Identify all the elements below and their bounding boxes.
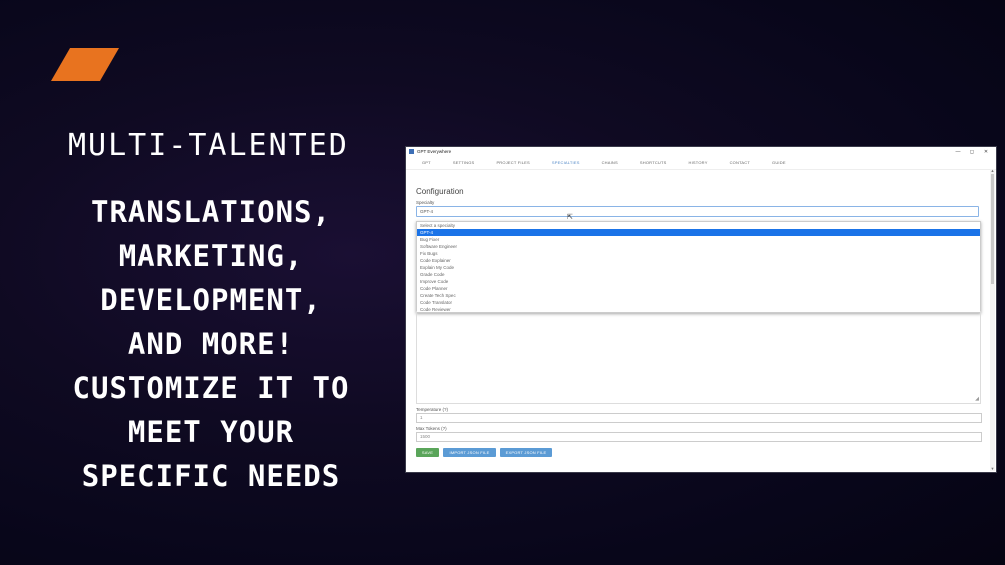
app-window: GPT Everywhere — ◻ ✕ GPT SETTINGS PROJEC…: [406, 147, 996, 472]
dropdown-option[interactable]: Select a specialty: [417, 222, 980, 229]
promo-headline-line: TRANSLATIONS,: [91, 195, 331, 229]
tab-settings[interactable]: SETTINGS: [453, 160, 475, 165]
vertical-scrollbar[interactable]: ▲ ▼: [990, 169, 995, 471]
promo-headline-line: CUSTOMIZE IT TO: [72, 371, 350, 405]
max-tokens-input[interactable]: 1500: [416, 432, 982, 442]
minimize-icon[interactable]: —: [951, 149, 965, 155]
dropdown-option[interactable]: Grade Code: [417, 271, 980, 278]
dropdown-option[interactable]: Bug Fixer: [417, 236, 980, 243]
tab-contact[interactable]: CONTACT: [730, 160, 750, 165]
temperature-label: Temperature (?): [416, 407, 449, 412]
save-button[interactable]: SAVE: [416, 448, 439, 457]
maximize-icon[interactable]: ◻: [965, 149, 979, 155]
tab-specialties[interactable]: SPECIALTIES: [552, 160, 580, 165]
tab-guide[interactable]: GUIDE: [772, 160, 786, 165]
nav-tabs: GPT SETTINGS PROJECT FILES SPECIALTIES C…: [406, 156, 996, 170]
dropdown-option[interactable]: Explain My Code: [417, 264, 980, 271]
dropdown-option[interactable]: Fix Bugs: [417, 250, 980, 257]
dropdown-option-selected[interactable]: GPT-4: [417, 229, 980, 236]
brand-logo-shape: [51, 48, 119, 81]
specialty-select[interactable]: GPT-4: [416, 206, 979, 217]
specialty-dropdown-list: Select a specialty GPT-4 Bug Fixer Softw…: [416, 221, 981, 313]
promo-headline-line: MARKETING,: [118, 239, 304, 273]
specialty-prompt-textarea[interactable]: ◢: [416, 311, 981, 404]
promo-headline-line: SPECIFIC NEEDS: [81, 459, 341, 493]
promo-headline-line: AND MORE!: [127, 327, 295, 361]
tab-chains[interactable]: CHAINS: [602, 160, 618, 165]
promo-headline-line: MEET YOUR: [127, 415, 295, 449]
close-icon[interactable]: ✕: [979, 149, 993, 155]
mouse-cursor-icon: ⇱: [567, 214, 573, 221]
temperature-input[interactable]: 1: [416, 413, 982, 423]
max-tokens-label: Max Tokens (?): [416, 426, 447, 431]
tab-history[interactable]: HISTORY: [689, 160, 708, 165]
window-titlebar: GPT Everywhere — ◻ ✕: [406, 147, 996, 156]
promo-headline-line: DEVELOPMENT,: [100, 283, 322, 317]
app-icon: [409, 149, 414, 154]
dropdown-option[interactable]: Software Engineer: [417, 243, 980, 250]
import-json-button[interactable]: IMPORT JSON FILE: [443, 448, 496, 457]
tab-gpt[interactable]: GPT: [422, 160, 431, 165]
tab-shortcuts[interactable]: SHORTCUTS: [640, 160, 667, 165]
promo-subtitle: MULTI-TALENTED: [68, 128, 349, 163]
dropdown-option[interactable]: Create Tech Spec: [417, 292, 980, 299]
window-title: GPT Everywhere: [417, 149, 452, 154]
scrollbar-thumb[interactable]: [991, 174, 994, 284]
tab-project-files[interactable]: PROJECT FILES: [496, 160, 529, 165]
configuration-title: Configuration: [416, 187, 464, 196]
resize-grip-icon[interactable]: ◢: [975, 397, 979, 402]
scroll-up-icon[interactable]: ▲: [990, 169, 995, 173]
configuration-panel: Configuration Specialty GPT-4: [416, 187, 979, 217]
promo-headline: TRANSLATIONS, MARKETING, DEVELOPMENT, AN…: [35, 190, 387, 498]
export-json-button[interactable]: EXPORT JSON FILE: [500, 448, 552, 457]
scroll-down-icon[interactable]: ▼: [990, 467, 995, 471]
dropdown-option[interactable]: Code Explainer: [417, 257, 980, 264]
dropdown-option[interactable]: Improve Code: [417, 278, 980, 285]
dropdown-option[interactable]: Code Planner: [417, 285, 980, 292]
specialty-label: Specialty: [416, 200, 435, 205]
dropdown-option[interactable]: Code Translator: [417, 299, 980, 306]
